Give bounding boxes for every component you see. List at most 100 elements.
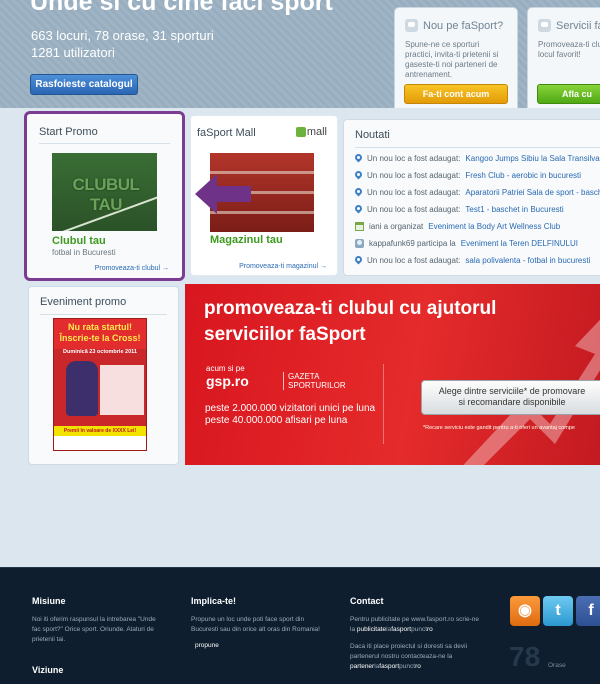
- store-name-link[interactable]: Magazinul tau: [210, 234, 283, 246]
- banner-headline: promoveaza-ti clubul cu ajutorul servici…: [204, 296, 564, 348]
- hero-title: Unde si cu cine faci sport: [30, 0, 333, 16]
- news-item: Un nou loc a fost adaugat: Aparatorii Pat…: [355, 184, 600, 201]
- services-box: Servicii fa Promoveaza-ti clubul locul f…: [527, 7, 600, 108]
- divider: [39, 143, 170, 144]
- poster-info-block: [100, 365, 144, 415]
- email-tld[interactable]: ro: [415, 663, 421, 670]
- cities-label: Orase: [548, 662, 566, 669]
- services-title: Servicii fa: [538, 19, 600, 32]
- hero-stats-users: 1281 utilizatori: [31, 45, 115, 60]
- cta-line-1: Alege dintre serviciile* de promovare: [438, 386, 586, 396]
- news-item-text: Un nou loc a fost adaugat:: [367, 188, 461, 197]
- email-user[interactable]: publicitate: [357, 626, 386, 633]
- news-item: Un nou loc a fost adaugat: sala polivalen…: [355, 252, 600, 269]
- news-item-text: iani a organizat: [369, 222, 424, 231]
- gsp-tagline-1: GAZETA: [288, 372, 320, 381]
- hero-stats-places: 663 locuri, 78 orase, 31 sporturi: [31, 28, 214, 43]
- banner-footnote: *Recare serviciu este gandit pentru a-ti…: [423, 425, 575, 431]
- map-pin-icon: [355, 205, 362, 214]
- propose-link[interactable]: propune: [191, 641, 223, 651]
- news-item-link[interactable]: Aparatorii Patriei Sala de sport - basch…: [465, 184, 600, 201]
- promote-club-link[interactable]: Promoveaza-ti clubul →: [95, 265, 169, 272]
- email-domain[interactable]: fasport: [391, 626, 411, 633]
- rss-button[interactable]: ◉: [510, 596, 540, 626]
- news-item-link[interactable]: Eveniment la Teren DELFINULUI: [461, 235, 578, 252]
- create-account-button[interactable]: Fa-ti cont acum: [404, 84, 508, 104]
- poster-prizes: Premii în valoare de XXXX Lei!: [54, 426, 146, 436]
- club-thumbnail-text: CLUBUL TAU: [72, 175, 140, 214]
- news-item-text: Un nou loc a fost adaugat:: [367, 205, 461, 214]
- news-item-text: kappafunk69 participa la: [369, 239, 456, 248]
- footer-get-involved: Implica-te! Propune un loc unde poti fac…: [191, 596, 321, 651]
- banner-acum: acum si pe: [206, 364, 245, 373]
- event-poster[interactable]: Nu rata startul! Înscrie-te la Cross! Du…: [53, 318, 147, 451]
- banner-headline-1: promoveaza-ti clubul cu ajutorul: [204, 298, 497, 319]
- question-icon: [405, 19, 418, 32]
- event-promo-title: Eveniment promo: [40, 296, 127, 308]
- club-name-link[interactable]: Clubul tau: [52, 235, 106, 247]
- gsp-tagline: GAZETA SPORTURILOR: [283, 372, 346, 390]
- mall-logo: mall: [295, 126, 327, 138]
- contact-advertising: Pentru publicitate pe www.fasport.ro scr…: [350, 615, 480, 635]
- poster-date: Duminică 23 octombrie 2011: [63, 349, 137, 355]
- calendar-icon: [355, 222, 364, 231]
- left-arrow-icon: [195, 174, 251, 214]
- news-item-link[interactable]: Kangoo Jumps Sibiu la Sala Transilvania: [465, 150, 600, 167]
- mission-text: Noi iti oferim raspunsul la intrebarea "…: [32, 616, 156, 643]
- banner-stat-views: peste 40.000.000 afisari pe luna: [205, 415, 348, 426]
- news-item-link[interactable]: Test1 - baschet in Bucuresti: [465, 201, 563, 218]
- footer-mission: Misiune Noi iti oferim raspunsul la intr…: [32, 596, 157, 645]
- browse-catalog-button[interactable]: Rasfoieste catalogul: [30, 74, 138, 95]
- news-title: Noutati: [355, 129, 390, 141]
- facebook-icon: f: [588, 602, 594, 619]
- map-pin-icon: [355, 171, 362, 180]
- email-domain[interactable]: fasport: [379, 663, 399, 670]
- news-item-link[interactable]: Eveniment la Body Art Wellness Club: [428, 218, 560, 235]
- poster-headline-2: Înscrie-te la Cross!: [59, 333, 141, 343]
- news-item: iani a organizat Eveniment la Body Art We…: [355, 218, 600, 235]
- banner-stat-visitors: peste 2.000.000 vizitatori unici pe luna: [205, 403, 376, 414]
- map-pin-icon: [355, 188, 362, 197]
- divider: [355, 147, 600, 148]
- news-item-text: Un nou loc a fost adaugat:: [367, 171, 461, 180]
- poster-sponsor-logos: [54, 436, 146, 450]
- news-panel: Noutati Un nou loc a fost adaugat: Kangoo…: [343, 119, 600, 276]
- vision-title: Viziune: [32, 665, 64, 675]
- club-thumbnail[interactable]: CLUBUL TAU: [52, 153, 157, 231]
- contact-title: Contact: [350, 596, 384, 606]
- services-icon: [538, 19, 551, 32]
- mission-title: Misiune: [32, 596, 66, 606]
- new-user-box: Nou pe faSport? Spune-ne ce sporturi pra…: [394, 7, 518, 108]
- email-dot: punct: [411, 626, 427, 633]
- news-item: Un nou loc a fost adaugat: Fresh Club - a…: [355, 167, 600, 184]
- contact-partner: Daca iti place proiectul si doresti sa d…: [350, 642, 480, 672]
- poster-headline-1: Nu rata startul!: [67, 322, 132, 332]
- new-user-text: Spune-ne ce sporturi practici, invita-ti…: [405, 40, 499, 79]
- new-user-title-text: Nou pe faSport?: [423, 19, 504, 32]
- cta-line-2: si recomandare disponibile: [458, 397, 566, 407]
- news-item-link[interactable]: Fresh Club - aerobic in bucuresti: [465, 167, 581, 184]
- news-item-link[interactable]: sala polivalenta - fotbal in bucuresti: [465, 252, 590, 269]
- services-title-text: Servicii fa: [556, 19, 600, 32]
- email-user[interactable]: partener: [350, 663, 374, 670]
- footer-contact: Contact Pentru publicitate pe www.faspor…: [350, 596, 480, 672]
- hero-banner: Unde si cu cine faci sport 663 locuri, 7…: [0, 0, 600, 108]
- map-pin-icon: [355, 154, 362, 163]
- email-tld[interactable]: ro: [427, 626, 433, 633]
- mall-logo-text: mall: [306, 126, 327, 138]
- learn-more-button[interactable]: Afla cu: [537, 84, 600, 104]
- news-item: kappafunk69 participa la Eveniment la Ter…: [355, 235, 600, 252]
- facebook-button[interactable]: f: [576, 596, 600, 626]
- cities-count: 78: [509, 641, 541, 672]
- banner-headline-2: serviciilor faSport: [204, 324, 366, 345]
- start-promo-panel: Start Promo CLUBUL TAU Clubul tau fotbal…: [24, 111, 185, 281]
- user-icon: [355, 239, 364, 248]
- promo-banner[interactable]: promoveaza-ti clubul cu ajutorul servici…: [185, 284, 600, 465]
- choose-services-button[interactable]: Alege dintre serviciile* de promovare si…: [421, 380, 600, 415]
- divider: [383, 364, 384, 444]
- twitter-button[interactable]: t: [543, 596, 573, 626]
- rss-icon: ◉: [518, 602, 532, 619]
- start-promo-title: Start Promo: [39, 126, 98, 138]
- news-item-text: Un nou loc a fost adaugat:: [367, 256, 461, 265]
- promote-store-link[interactable]: Promoveaza-ti magazinul →: [239, 263, 327, 270]
